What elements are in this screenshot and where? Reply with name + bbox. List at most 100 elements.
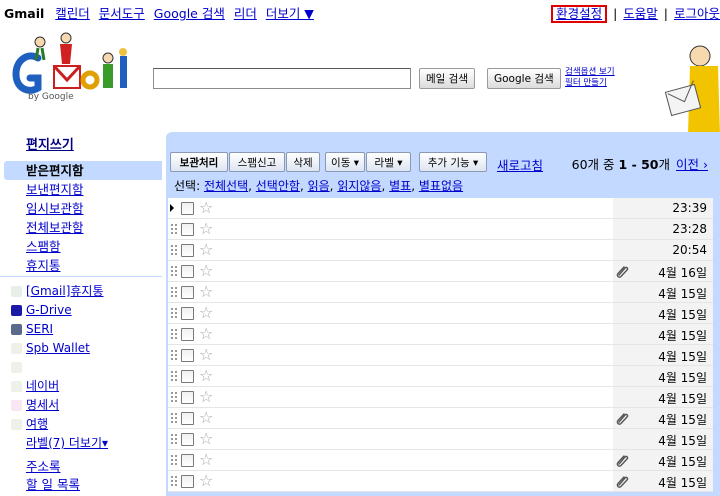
label-seri[interactable]: SERI xyxy=(0,320,162,339)
contacts-link[interactable]: 주소록 xyxy=(26,458,80,476)
star-icon[interactable]: ☆ xyxy=(199,367,213,385)
compose-link[interactable]: 편지쓰기 xyxy=(26,134,74,153)
message-subject-area[interactable] xyxy=(216,303,613,323)
select-read-link[interactable]: 읽음 xyxy=(308,179,330,193)
gmail-logo[interactable]: by Google xyxy=(10,30,150,108)
star-icon[interactable]: ☆ xyxy=(199,325,213,343)
message-subject-area[interactable] xyxy=(216,219,613,239)
message-subject-area[interactable] xyxy=(216,408,613,428)
star-icon[interactable]: ☆ xyxy=(199,241,213,259)
message-subject-area[interactable] xyxy=(216,429,613,449)
row-checkbox[interactable] xyxy=(181,328,194,341)
star-icon[interactable]: ☆ xyxy=(199,472,213,490)
sidebar-item-all-mail[interactable]: 전체보관함 xyxy=(0,218,162,237)
search-web-button[interactable]: Google 검색 xyxy=(487,68,561,89)
pager-older-link[interactable]: 이전 › xyxy=(676,157,708,172)
create-filter-link[interactable]: 필터 만들기 xyxy=(565,78,615,89)
archive-button[interactable]: 보관처리 xyxy=(170,152,228,172)
message-subject-area[interactable] xyxy=(216,198,613,218)
star-icon[interactable]: ☆ xyxy=(199,409,213,427)
select-unstarred-link[interactable]: 별표없음 xyxy=(419,179,463,193)
select-all-link[interactable]: 전체선택 xyxy=(204,179,248,193)
label-g-drive[interactable]: G-Drive xyxy=(0,301,162,320)
table-row[interactable]: ☆ 4월 15일 xyxy=(168,366,713,387)
star-icon[interactable]: ☆ xyxy=(199,451,213,469)
row-checkbox[interactable] xyxy=(181,349,194,362)
drag-handle-icon[interactable] xyxy=(171,433,177,446)
show-search-options-link[interactable]: 검색옵션 보기 xyxy=(565,67,615,78)
more-actions-dropdown[interactable]: 추가 기능 ▾ xyxy=(419,152,487,172)
star-icon[interactable]: ☆ xyxy=(199,304,213,322)
table-row[interactable]: ☆ 4월 15일 xyxy=(168,471,713,492)
row-checkbox[interactable] xyxy=(181,202,194,215)
select-unread-link[interactable]: 읽지않음 xyxy=(337,179,381,193)
label-statement[interactable]: 명세서 xyxy=(0,396,162,415)
label-empty[interactable] xyxy=(0,358,162,377)
sidebar-item-sent[interactable]: 보낸편지함 xyxy=(0,180,162,199)
drag-handle-icon[interactable] xyxy=(171,475,177,488)
message-subject-area[interactable] xyxy=(216,324,613,344)
sidebar-item-spam[interactable]: 스팸함 xyxy=(0,237,162,256)
top-nav-google-search[interactable]: Google 검색 xyxy=(154,6,225,21)
select-starred-link[interactable]: 별표 xyxy=(389,179,411,193)
label-gmail-trash[interactable]: [Gmail]휴지통 xyxy=(0,282,162,301)
drag-handle-icon[interactable] xyxy=(171,454,177,467)
sidebar-item-drafts[interactable]: 임시보관함 xyxy=(0,199,162,218)
top-nav-calendar[interactable]: 캘린더 xyxy=(55,6,90,21)
search-input[interactable] xyxy=(153,68,411,89)
table-row[interactable]: ☆ 4월 15일 xyxy=(168,429,713,450)
top-nav-docs[interactable]: 문서도구 xyxy=(99,6,145,21)
labels-more-link[interactable]: 라벨(7) 더보기▾ xyxy=(0,434,162,453)
table-row[interactable]: ☆ 4월 15일 xyxy=(168,324,713,345)
top-nav-reader[interactable]: 리더 xyxy=(234,6,257,21)
drag-handle-icon[interactable] xyxy=(171,244,177,257)
message-subject-area[interactable] xyxy=(216,450,613,470)
row-checkbox[interactable] xyxy=(181,223,194,236)
drag-handle-icon[interactable] xyxy=(171,370,177,383)
top-nav-gmail[interactable]: Gmail xyxy=(4,6,44,21)
drag-handle-icon[interactable] xyxy=(171,391,177,404)
row-checkbox[interactable] xyxy=(181,475,194,488)
row-checkbox[interactable] xyxy=(181,244,194,257)
star-icon[interactable]: ☆ xyxy=(199,346,213,364)
label-naver[interactable]: 네이버 xyxy=(0,377,162,396)
drag-handle-icon[interactable] xyxy=(171,412,177,425)
drag-handle-icon[interactable] xyxy=(171,307,177,320)
message-subject-area[interactable] xyxy=(216,471,613,491)
refresh-link[interactable]: 새로고침 xyxy=(497,155,543,174)
star-icon[interactable]: ☆ xyxy=(199,283,213,301)
drag-handle-icon[interactable] xyxy=(171,349,177,362)
row-checkbox[interactable] xyxy=(181,433,194,446)
table-row[interactable]: ☆ 4월 15일 xyxy=(168,408,713,429)
move-to-dropdown[interactable]: 이동 ▾ xyxy=(325,152,365,172)
message-subject-area[interactable] xyxy=(216,240,613,260)
star-icon[interactable]: ☆ xyxy=(199,430,213,448)
delete-button[interactable]: 삭제 xyxy=(286,152,320,172)
labels-dropdown[interactable]: 라벨 ▾ xyxy=(366,152,411,172)
drag-handle-icon[interactable] xyxy=(171,223,177,236)
label-spb-wallet[interactable]: Spb Wallet xyxy=(0,339,162,358)
table-row[interactable]: ☆ 23:39 xyxy=(168,198,713,219)
drag-handle-icon[interactable] xyxy=(171,265,177,278)
report-spam-button[interactable]: 스팸신고 xyxy=(229,152,285,172)
label-travel[interactable]: 여행 xyxy=(0,415,162,434)
logout-link[interactable]: 로그아웃 xyxy=(674,6,720,21)
help-link[interactable]: 도움말 xyxy=(623,6,658,21)
top-nav-more[interactable]: 더보기 ▼ xyxy=(266,6,314,21)
table-row[interactable]: ☆ 4월 15일 xyxy=(168,282,713,303)
message-subject-area[interactable] xyxy=(216,366,613,386)
sidebar-item-inbox[interactable]: 받은편지함 xyxy=(4,161,162,180)
row-checkbox[interactable] xyxy=(181,391,194,404)
row-checkbox[interactable] xyxy=(181,412,194,425)
row-checkbox[interactable] xyxy=(181,370,194,383)
message-subject-area[interactable] xyxy=(216,345,613,365)
table-row[interactable]: ☆ 4월 16일 xyxy=(168,261,713,282)
settings-link[interactable]: 환경설정 xyxy=(556,6,602,21)
table-row[interactable]: ☆ 4월 15일 xyxy=(168,450,713,471)
message-subject-area[interactable] xyxy=(216,261,613,281)
drag-handle-icon[interactable] xyxy=(171,328,177,341)
table-row[interactable]: ☆ 4월 15일 xyxy=(168,345,713,366)
row-checkbox[interactable] xyxy=(181,286,194,299)
table-row[interactable]: ☆ 23:28 xyxy=(168,219,713,240)
star-icon[interactable]: ☆ xyxy=(199,388,213,406)
